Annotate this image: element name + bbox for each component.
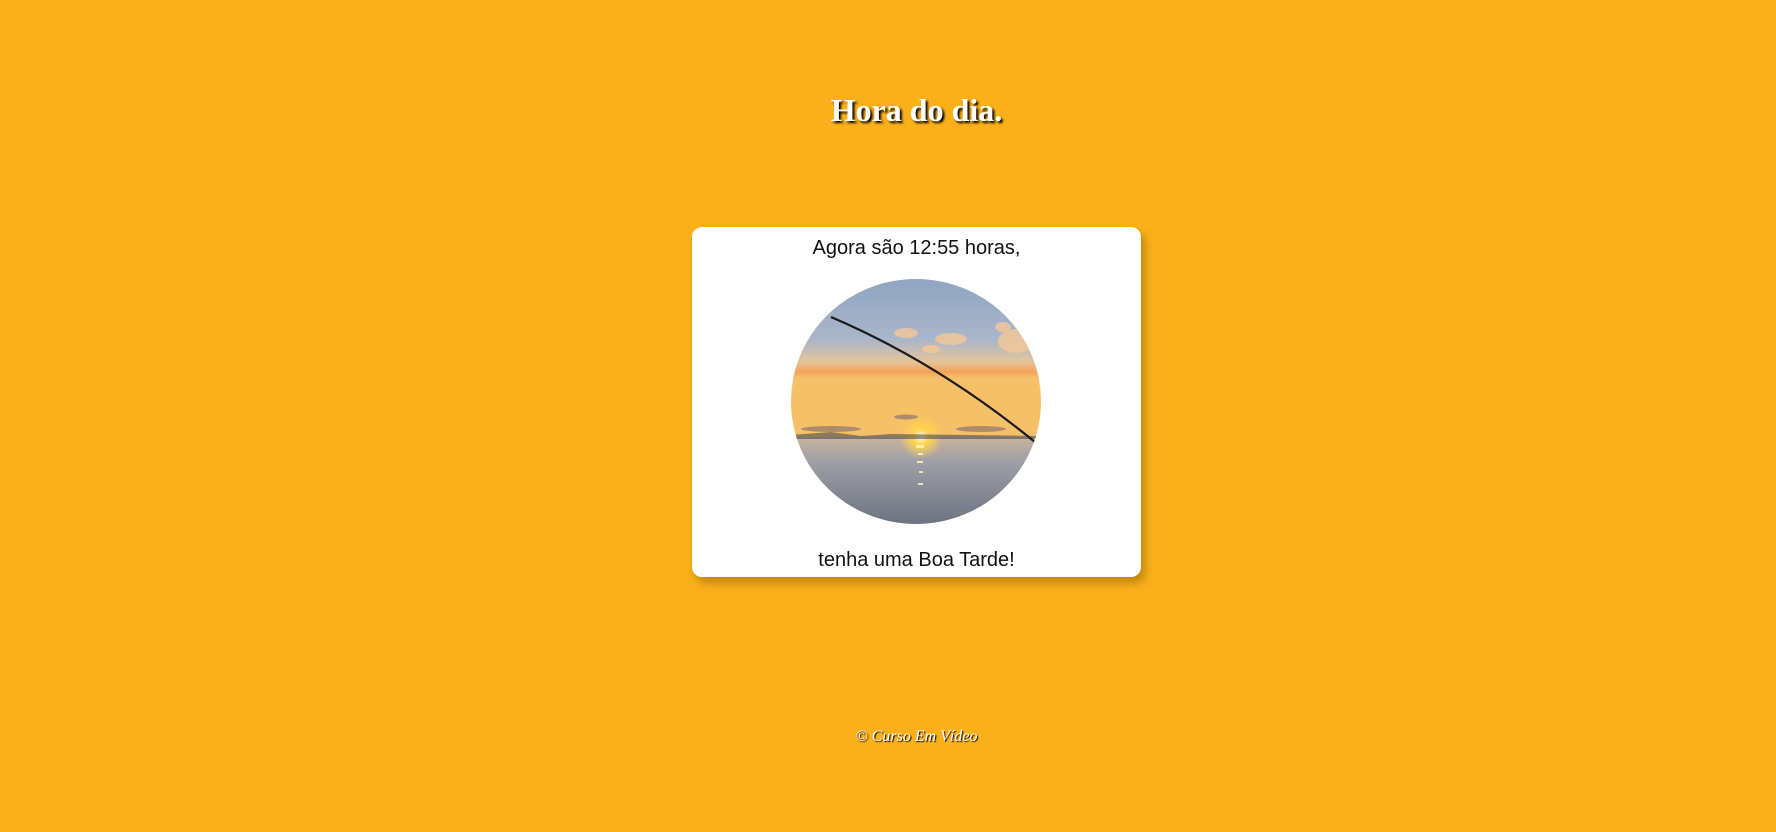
greeting-message: tenha uma Boa Tarde! — [818, 549, 1015, 571]
time-message: Agora são 12:55 horas, — [812, 237, 1021, 259]
page-background: Hora do dia. Agora são 12:55 horas, tenh… — [0, 0, 1776, 832]
sunset-photo — [791, 279, 1041, 524]
time-card: Agora são 12:55 horas, tenha uma Boa Tar… — [692, 227, 1141, 577]
page-title: Hora do dia. — [830, 92, 1003, 128]
footer-copyright: © Curso Em Vídeo — [855, 728, 978, 745]
